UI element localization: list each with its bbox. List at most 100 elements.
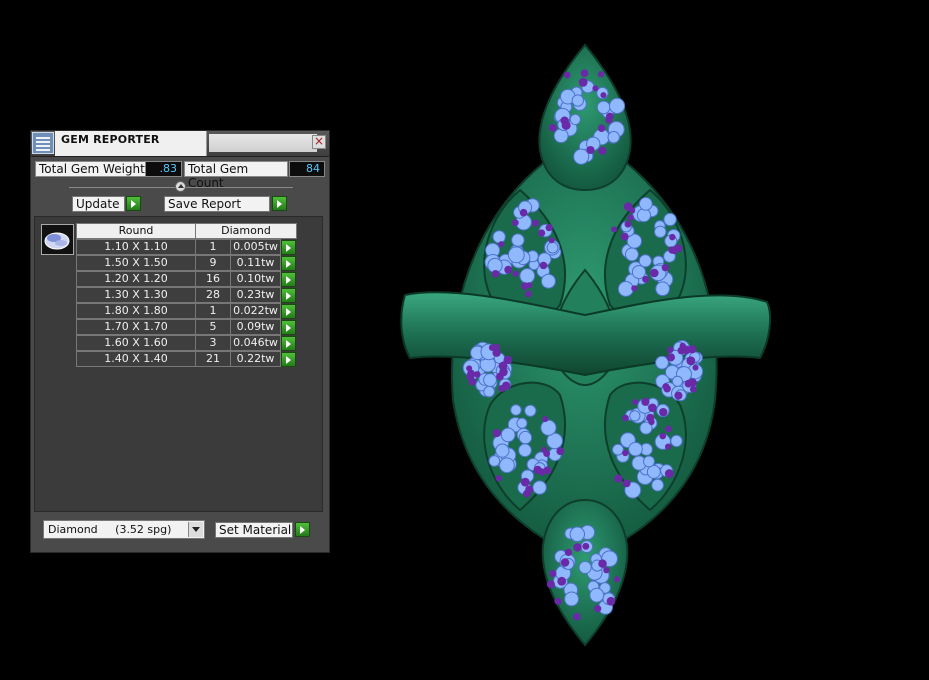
purple-gem xyxy=(466,365,473,372)
row-go-icon[interactable] xyxy=(281,304,296,319)
row-go-icon[interactable] xyxy=(281,336,296,351)
slider-knob-icon[interactable] xyxy=(175,181,186,192)
row-weight[interactable]: 0.23tw xyxy=(230,287,281,303)
row-count[interactable]: 5 xyxy=(195,319,231,335)
blue-gem xyxy=(651,478,664,492)
purple-gem xyxy=(611,226,618,233)
row-size[interactable]: 1.10 X 1.10 xyxy=(76,239,196,255)
blue-gem xyxy=(546,241,559,254)
set-material-go-icon[interactable] xyxy=(295,522,310,537)
purple-gem xyxy=(669,233,676,241)
row-count[interactable]: 1 xyxy=(195,303,231,319)
update-button[interactable]: Update xyxy=(72,196,125,212)
round-gem-icon[interactable] xyxy=(41,224,74,255)
blue-gem xyxy=(540,419,557,436)
blue-gem xyxy=(518,430,533,445)
save-report-button[interactable]: Save Report xyxy=(164,196,270,212)
row-count[interactable]: 21 xyxy=(195,351,231,367)
blue-gem xyxy=(516,417,528,429)
chevron-down-icon[interactable] xyxy=(188,522,203,537)
purple-gem xyxy=(520,477,530,487)
row-count[interactable]: 16 xyxy=(195,271,231,287)
purple-gem xyxy=(650,268,659,278)
purple-gem xyxy=(663,384,671,393)
blue-gem xyxy=(655,281,670,297)
panel-title-tab: GEM REPORTER xyxy=(55,131,207,156)
purple-gem xyxy=(504,265,513,274)
row-go-icon[interactable] xyxy=(281,320,296,335)
row-count[interactable]: 28 xyxy=(195,287,231,303)
row-weight[interactable]: 0.10tw xyxy=(230,271,281,287)
update-go-icon[interactable] xyxy=(126,196,141,211)
blue-gem xyxy=(617,280,634,297)
row-weight[interactable]: 0.09tw xyxy=(230,319,281,335)
close-icon[interactable]: × xyxy=(312,135,326,149)
row-size[interactable]: 1.80 X 1.80 xyxy=(76,303,196,319)
purple-gem xyxy=(492,429,501,438)
blue-gem xyxy=(500,427,516,443)
purple-gem xyxy=(677,346,686,355)
row-weight[interactable]: 0.11tw xyxy=(230,255,281,271)
row-weight[interactable]: 0.046tw xyxy=(230,335,281,351)
top-teardrop xyxy=(538,43,632,192)
purple-gem xyxy=(542,416,549,423)
panel-title: GEM REPORTER xyxy=(61,133,160,146)
row-size[interactable]: 1.50 X 1.50 xyxy=(76,255,196,271)
purple-gem xyxy=(525,485,534,494)
row-weight[interactable]: 0.005tw xyxy=(230,239,281,255)
purple-gem xyxy=(524,290,532,298)
material-select[interactable]: Diamond (3.52 spg) xyxy=(43,520,205,539)
row-count[interactable]: 3 xyxy=(195,335,231,351)
panel-titlebar[interactable]: GEM REPORTER × xyxy=(31,131,329,157)
purple-gem xyxy=(688,345,697,354)
purple-gem xyxy=(563,71,571,79)
purple-gem xyxy=(605,112,614,121)
blue-gem xyxy=(511,233,525,247)
blue-gem xyxy=(671,375,683,387)
purple-gem xyxy=(557,576,567,586)
purple-gem xyxy=(466,372,475,381)
row-go-icon[interactable] xyxy=(281,352,296,367)
purple-gem xyxy=(491,269,500,278)
purple-gem xyxy=(606,596,616,606)
row-size[interactable]: 1.60 X 1.60 xyxy=(76,335,196,351)
row-count[interactable]: 9 xyxy=(195,255,231,271)
blue-gem xyxy=(553,128,569,144)
row-weight[interactable]: 0.022tw xyxy=(230,303,281,319)
purple-gem xyxy=(684,379,693,388)
purple-gem xyxy=(531,219,540,227)
blue-gem xyxy=(483,385,495,398)
blue-gem xyxy=(607,130,620,144)
row-go-icon[interactable] xyxy=(281,240,296,255)
blue-gem xyxy=(638,197,653,211)
blue-gem xyxy=(609,97,626,114)
purple-gem xyxy=(665,425,672,433)
blue-gem xyxy=(519,268,536,284)
row-count[interactable]: 1 xyxy=(195,239,231,255)
purple-gem xyxy=(664,469,674,479)
purple-gem xyxy=(538,468,546,476)
purple-gem xyxy=(512,219,519,227)
total-gem-count-value: 84 xyxy=(289,161,325,177)
set-material-button[interactable]: Set Material xyxy=(215,522,293,538)
blue-gem xyxy=(518,443,532,458)
row-go-icon[interactable] xyxy=(281,256,296,271)
row-go-icon[interactable] xyxy=(281,288,296,303)
purple-gem xyxy=(620,232,629,241)
blue-gem xyxy=(483,373,497,387)
purple-gem xyxy=(560,116,569,125)
purple-gem xyxy=(537,229,546,237)
ring-3d-viewport[interactable] xyxy=(395,40,775,650)
row-go-icon[interactable] xyxy=(281,272,296,287)
save-report-go-icon[interactable] xyxy=(272,196,287,211)
blue-gem xyxy=(488,455,501,467)
row-size[interactable]: 1.20 X 1.20 xyxy=(76,271,196,287)
purple-gem xyxy=(573,543,582,552)
blue-gem xyxy=(636,208,652,223)
purple-gem xyxy=(627,214,634,221)
row-size[interactable]: 1.70 X 1.70 xyxy=(76,319,196,335)
purple-gem xyxy=(560,558,570,567)
row-size[interactable]: 1.30 X 1.30 xyxy=(76,287,196,303)
row-size[interactable]: 1.40 X 1.40 xyxy=(76,351,196,367)
row-weight[interactable]: 0.22tw xyxy=(230,351,281,367)
